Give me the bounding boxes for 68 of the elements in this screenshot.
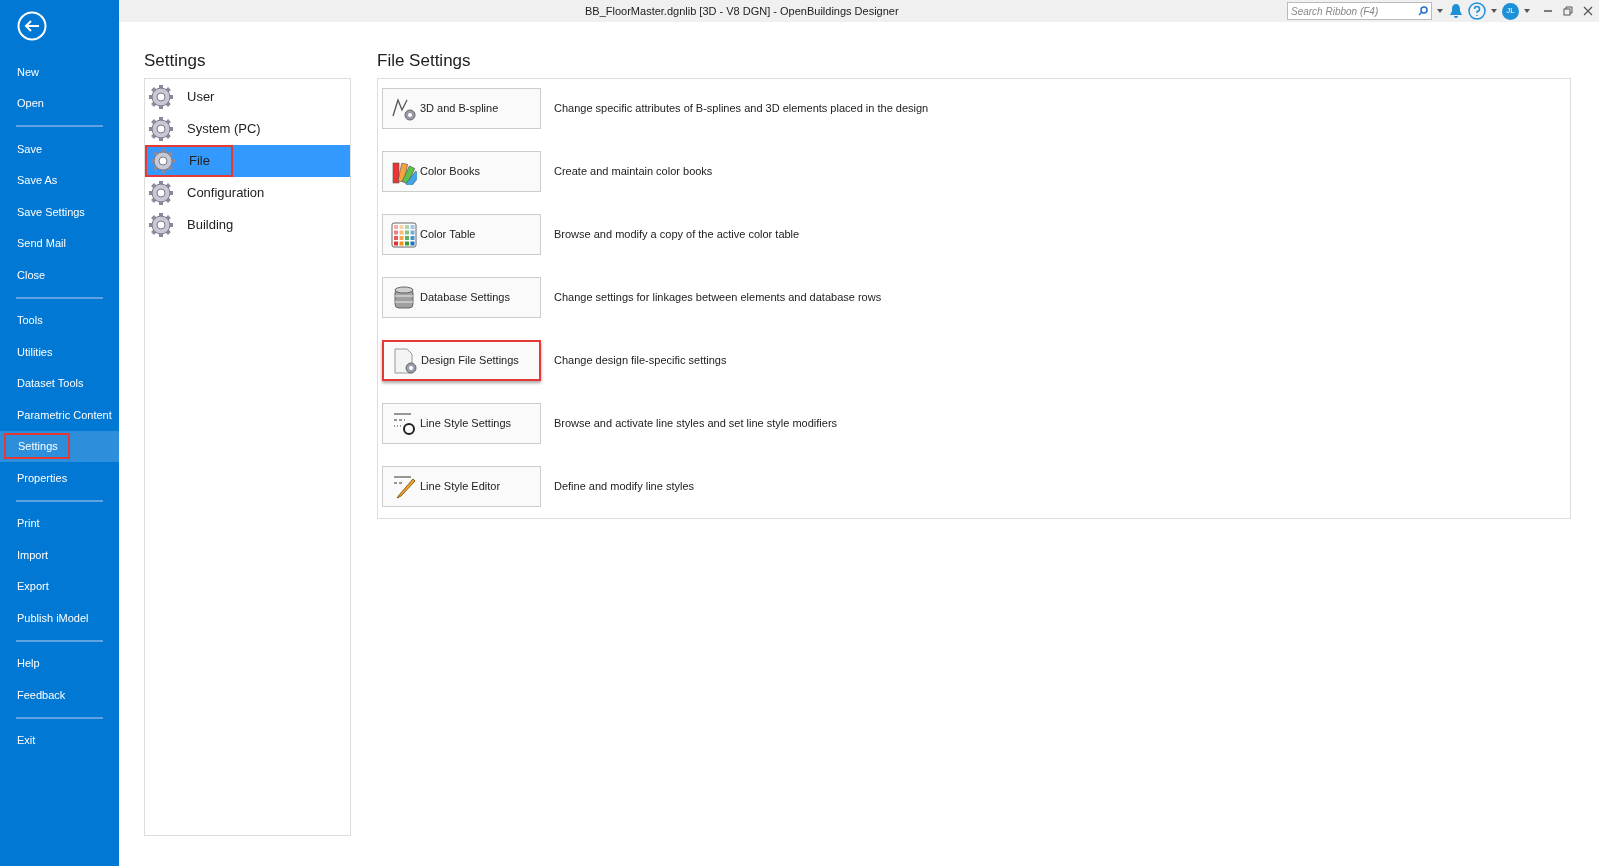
setting-description: Create and maintain color books: [554, 164, 713, 180]
window-title: BB_FloorMaster.dgnlib [3D - V8 DGN] - OpenBuildings Designer: [585, 3, 899, 19]
category-label: File: [189, 152, 210, 171]
sidebar-item[interactable]: Import: [5, 541, 57, 568]
category-item[interactable]: File: [145, 145, 350, 177]
setting-button[interactable]: 3D and B-spline: [382, 88, 541, 129]
restore-icon[interactable]: [1563, 6, 1573, 16]
category-label: User: [187, 88, 215, 107]
user-avatar[interactable]: JL: [1502, 2, 1519, 20]
setting-button[interactable]: Database Settings: [382, 277, 541, 318]
setting-description: Browse and modify a copy of the active color table: [554, 227, 800, 243]
setting-description: Browse and activate line styles and set line style modifiers: [554, 416, 838, 432]
setting-description: Define and modify line styles: [554, 479, 694, 495]
sidebar-item[interactable]: Close: [5, 261, 54, 288]
lines-pencil-icon: [391, 473, 417, 500]
sidebar-item[interactable]: Tools: [5, 307, 51, 334]
sidebar-item[interactable]: Save: [5, 135, 51, 162]
gear-icon: [150, 148, 176, 174]
sidebar-item[interactable]: Settings: [4, 433, 70, 460]
gear-icon: [148, 84, 174, 110]
setting-description: Change settings for linkages between elements and database rows: [554, 290, 882, 306]
back-button[interactable]: [16, 10, 48, 42]
category-label: System (PC): [187, 120, 261, 139]
setting-button[interactable]: Color Books: [382, 151, 541, 192]
category-label: Configuration: [187, 184, 265, 203]
sidebar-item[interactable]: Exit: [5, 727, 44, 754]
category-item[interactable]: System (PC): [145, 113, 350, 145]
sidebar-item[interactable]: Help: [5, 650, 48, 677]
caret-icon[interactable]: [1490, 8, 1498, 14]
lines-gear-icon: [391, 410, 417, 437]
sidebar-item[interactable]: New: [5, 58, 47, 85]
database-icon: [391, 284, 417, 311]
close-icon[interactable]: [1583, 6, 1593, 16]
sidebar-item[interactable]: Feedback: [5, 681, 74, 708]
help-icon[interactable]: [1468, 2, 1486, 20]
sidebar-item[interactable]: Export: [5, 573, 57, 600]
setting-button[interactable]: Design File Settings: [382, 340, 541, 381]
settings-heading: Settings: [144, 50, 207, 72]
category-item[interactable]: Configuration: [145, 177, 350, 209]
bell-icon[interactable]: [1448, 3, 1464, 19]
sidebar-item[interactable]: Open: [5, 90, 52, 117]
gear-icon: [148, 116, 174, 142]
sidebar-item[interactable]: Publish iModel: [5, 604, 97, 631]
sidebar-item[interactable]: Save As: [5, 167, 66, 194]
category-item[interactable]: User: [145, 81, 350, 113]
gear-icon: [148, 180, 174, 206]
category-item[interactable]: Building: [145, 209, 350, 241]
sidebar-item[interactable]: Save Settings: [5, 198, 93, 225]
setting-description: Change specific attributes of B-splines and 3D elements placed in the design: [554, 101, 929, 117]
setting-button[interactable]: Line Style Settings: [382, 403, 541, 444]
caret-icon[interactable]: [1523, 8, 1531, 14]
category-label: Building: [187, 216, 234, 235]
file-settings-heading: File Settings: [377, 50, 472, 72]
search-field[interactable]: Search Ribbon (F4): [1287, 2, 1432, 20]
sidebar-item[interactable]: Properties: [5, 464, 76, 491]
sidebar-item[interactable]: Send Mail: [5, 230, 74, 257]
caret-icon[interactable]: [1436, 8, 1444, 14]
document-gear-icon: [392, 347, 418, 374]
sidebar-item[interactable]: Print: [5, 510, 48, 537]
setting-button[interactable]: Line Style Editor: [382, 466, 541, 507]
sidebar-item[interactable]: Dataset Tools: [5, 370, 92, 397]
sidebar-item[interactable]: Utilities: [5, 338, 61, 365]
gear-icon: [148, 212, 174, 238]
color-grid-icon: [391, 221, 417, 248]
search-icon: [1418, 6, 1428, 16]
setting-button[interactable]: Color Table: [382, 214, 541, 255]
setting-description: Change design file-specific settings: [554, 353, 727, 369]
sidebar-item[interactable]: Parametric Content: [5, 401, 120, 428]
